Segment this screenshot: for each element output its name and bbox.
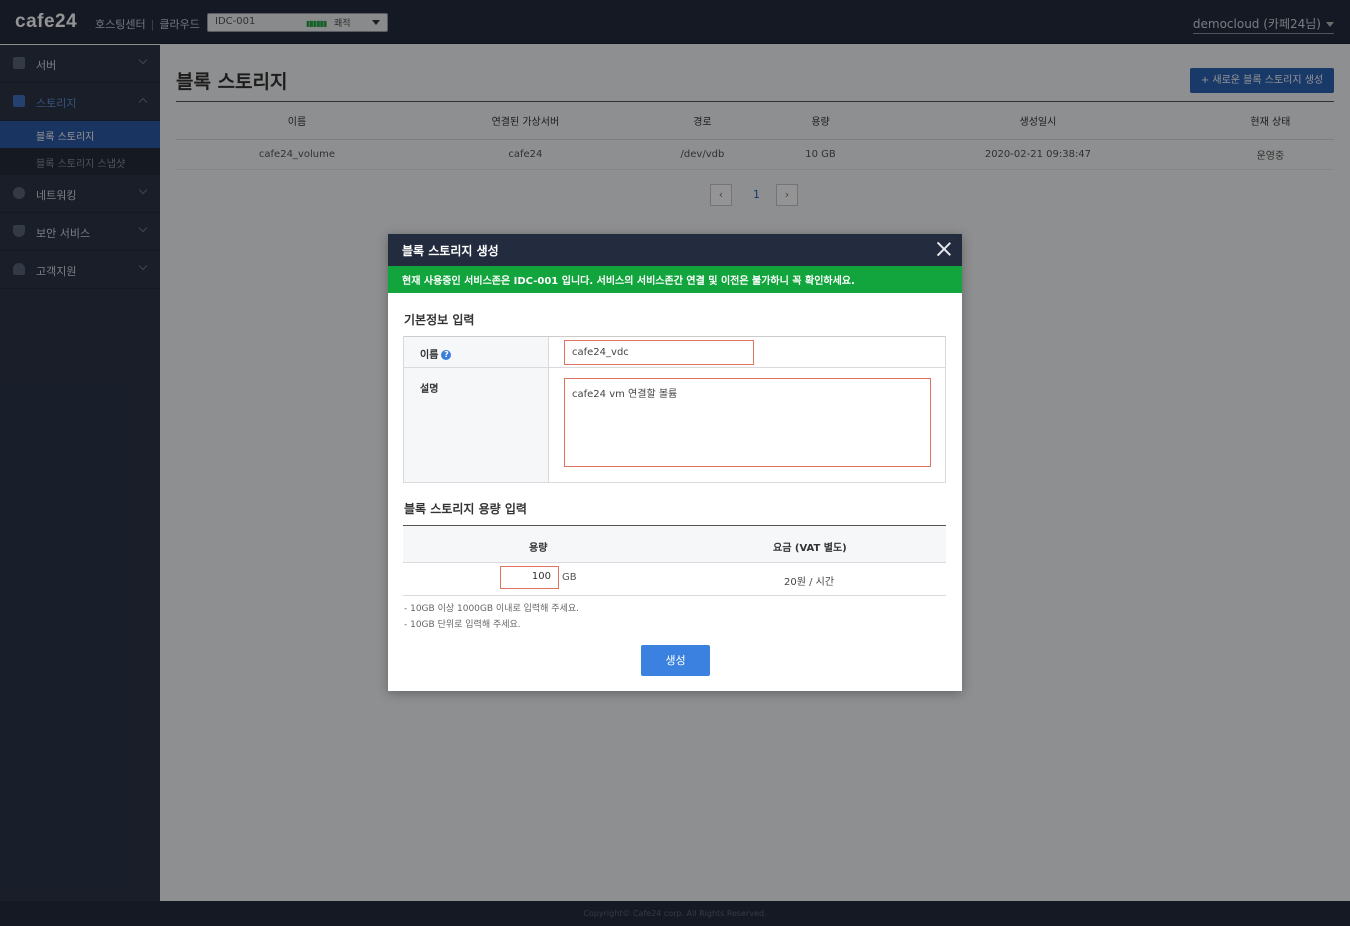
capacity-table-header: 용량 요금 (VAT 별도) bbox=[403, 525, 946, 563]
basic-info-form: 이름? cafe24_vdc 설명 cafe24 vm 연결할 볼륨 bbox=[403, 336, 946, 483]
create-button[interactable]: 생성 bbox=[641, 645, 710, 676]
note-text: - 10GB 단위로 입력해 주세요. bbox=[404, 620, 521, 630]
description-row: 설명 cafe24 vm 연결할 볼륨 bbox=[404, 368, 945, 482]
capacity-column-header: 용량 bbox=[529, 543, 548, 554]
name-label-text: 이름 bbox=[420, 350, 439, 361]
help-icon[interactable]: ? bbox=[441, 350, 452, 360]
note-text: - 10GB 이상 1000GB 이내로 입력해 주세요. bbox=[404, 604, 580, 614]
capacity-section-title: 블록 스토리지 용량 입력 bbox=[404, 502, 527, 516]
name-label: 이름? bbox=[404, 337, 549, 367]
modal-title: 블록 스토리지 생성 bbox=[402, 244, 499, 258]
price-column-header: 요금 (VAT 별도) bbox=[773, 543, 847, 554]
capacity-table: 용량 요금 (VAT 별도) 100 GB 20원 / 시간 bbox=[403, 525, 946, 596]
capacity-notes: - 10GB 이상 1000GB 이내로 입력해 주세요. - 10GB 단위로… bbox=[404, 601, 579, 633]
close-icon[interactable] bbox=[935, 240, 953, 258]
modal-header: 블록 스토리지 생성 bbox=[388, 234, 962, 266]
price-value: 20원 / 시간 bbox=[784, 577, 835, 588]
capacity-input[interactable]: 100 bbox=[500, 566, 559, 589]
description-label: 설명 bbox=[404, 368, 549, 482]
name-row: 이름? cafe24_vdc bbox=[404, 337, 945, 368]
description-textarea[interactable]: cafe24 vm 연결할 볼륨 bbox=[564, 378, 931, 467]
name-input[interactable]: cafe24_vdc bbox=[564, 340, 754, 365]
capacity-unit: GB bbox=[562, 572, 577, 583]
create-block-storage-modal: 블록 스토리지 생성 현재 사용중인 서비스존은 IDC-001 입니다. 서비… bbox=[388, 234, 962, 691]
basic-info-section-title: 기본정보 입력 bbox=[404, 313, 475, 327]
service-zone-notice: 현재 사용중인 서비스존은 IDC-001 입니다. 서비스의 서비스존간 연결… bbox=[388, 266, 962, 293]
capacity-row: 100 GB 20원 / 시간 bbox=[403, 563, 946, 596]
